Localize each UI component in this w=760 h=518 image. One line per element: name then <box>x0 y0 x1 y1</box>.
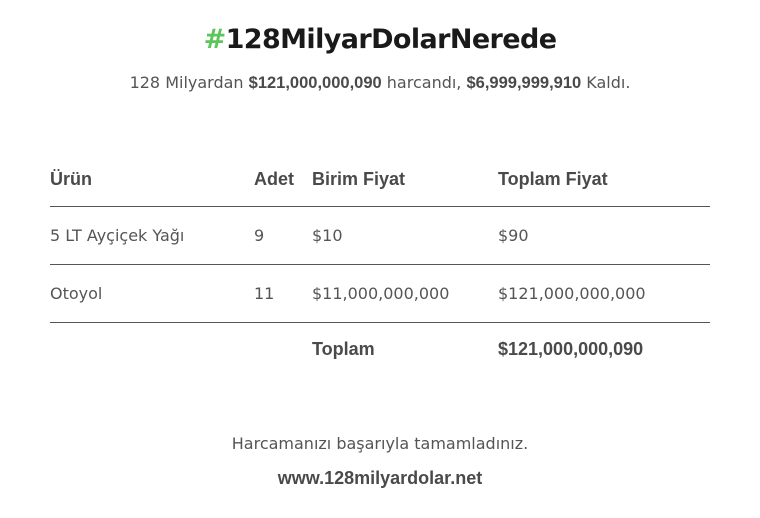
header-quantity: Adet <box>254 169 294 189</box>
success-message: Harcamanızı başarıyla tamamladınız. <box>231 434 529 453</box>
row-quantity: 9 <box>254 226 265 245</box>
summary-prefix: 128 Milyardan <box>129 73 249 92</box>
header-unit-price: Birim Fiyat <box>312 169 406 189</box>
row-unit-price: $10 <box>312 226 343 245</box>
hashtag-symbol: # <box>203 24 227 55</box>
table-total-row: Toplam $121,000,000,090 <box>50 323 710 375</box>
total-label: Toplam <box>312 339 375 359</box>
table-row: 5 LT Ayçiçek Yağı 9 $10 $90 <box>50 207 710 265</box>
header-product: Ürün <box>50 169 92 189</box>
total-value: $121,000,000,090 <box>498 339 644 359</box>
summary-suffix: Kaldı. <box>581 73 631 92</box>
row-unit-price: $11,000,000,000 <box>312 284 450 303</box>
table-row: Otoyol 11 $11,000,000,000 $121,000,000,0… <box>50 265 710 323</box>
table-header-row: Ürün Adet Birim Fiyat Toplam Fiyat <box>50 152 710 207</box>
row-total-price: $121,000,000,000 <box>498 284 646 303</box>
row-total-price: $90 <box>498 226 529 245</box>
spent-amount: $121,000,000,090 <box>248 74 382 92</box>
row-product: Otoyol <box>50 284 103 303</box>
page-title-text: 128MilyarDolarNerede <box>225 24 557 55</box>
receipt-table: Ürün Adet Birim Fiyat Toplam Fiyat 5 LT … <box>50 152 710 375</box>
page-title: #128MilyarDolarNerede <box>0 24 760 55</box>
row-quantity: 11 <box>254 284 275 303</box>
remaining-amount: $6,999,999,910 <box>466 74 582 92</box>
spending-summary: 128 Milyardan $121,000,000,090 harcandı,… <box>0 73 760 93</box>
header-total-price: Toplam Fiyat <box>498 169 608 189</box>
site-url: www.128milyardolar.net <box>277 468 483 488</box>
summary-middle: harcandı, <box>381 73 467 92</box>
row-product: 5 LT Ayçiçek Yağı <box>50 226 185 245</box>
